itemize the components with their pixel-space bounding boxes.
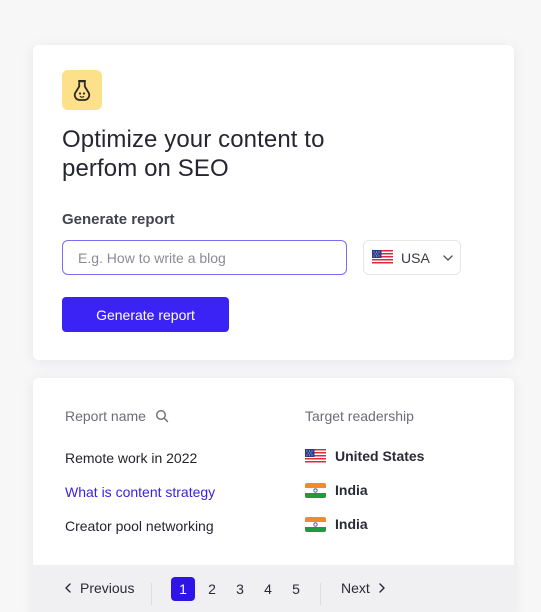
target-country: India [335, 482, 368, 498]
page-title: Optimize your content to perfom on SEO [62, 125, 392, 183]
chevron-left-icon [64, 582, 72, 594]
reports-table-card: Report name Target readership Remote wor… [33, 378, 514, 612]
column-header-label: Report name [65, 408, 146, 424]
india-flag-icon [305, 482, 326, 498]
generate-report-label: Generate report [62, 211, 175, 228]
target-country: India [335, 516, 368, 532]
page-3-button[interactable]: 3 [228, 577, 252, 601]
us-flag-icon [305, 448, 326, 464]
pagination: Previous 1 2 3 4 5 Next [33, 565, 514, 612]
search-icon[interactable] [155, 409, 169, 423]
generate-report-card: Optimize your content to perfom on SEO G… [33, 45, 514, 360]
table-row: Remote work in 2022 United States [33, 448, 514, 470]
table-row: What is content strategy India [33, 482, 514, 504]
divider [151, 583, 152, 605]
column-header-report-name: Report name [65, 408, 169, 424]
us-flag-icon [372, 250, 393, 265]
previous-label: Previous [80, 580, 135, 596]
target-readership: India [305, 482, 368, 498]
report-name: Creator pool networking [65, 518, 214, 534]
report-name: Remote work in 2022 [65, 450, 198, 466]
next-label: Next [341, 580, 370, 596]
target-readership: India [305, 516, 368, 532]
selected-country: USA [401, 249, 430, 266]
india-flag-icon [305, 516, 326, 532]
topic-input[interactable] [62, 240, 347, 275]
page-4-button[interactable]: 4 [256, 577, 280, 601]
page-5-button[interactable]: 5 [284, 577, 308, 601]
headline-line-2: perfom on SEO [62, 155, 229, 182]
previous-page-button[interactable]: Previous [64, 580, 134, 596]
headline-line-1: Optimize your content to [62, 126, 325, 153]
divider [320, 583, 321, 605]
flask-face-icon [62, 70, 102, 110]
country-select[interactable]: USA [363, 240, 461, 275]
chevron-down-icon [442, 254, 454, 262]
report-name-link[interactable]: What is content strategy [65, 484, 215, 500]
page-1-button[interactable]: 1 [171, 577, 195, 601]
target-country: United States [335, 448, 425, 464]
next-page-button[interactable]: Next [341, 580, 386, 596]
target-readership: United States [305, 448, 424, 464]
table-row: Creator pool networking India [33, 516, 514, 538]
page-2-button[interactable]: 2 [200, 577, 224, 601]
generate-report-button[interactable]: Generate report [62, 297, 229, 332]
chevron-right-icon [378, 582, 386, 594]
column-header-target-readership: Target readership [305, 408, 414, 424]
